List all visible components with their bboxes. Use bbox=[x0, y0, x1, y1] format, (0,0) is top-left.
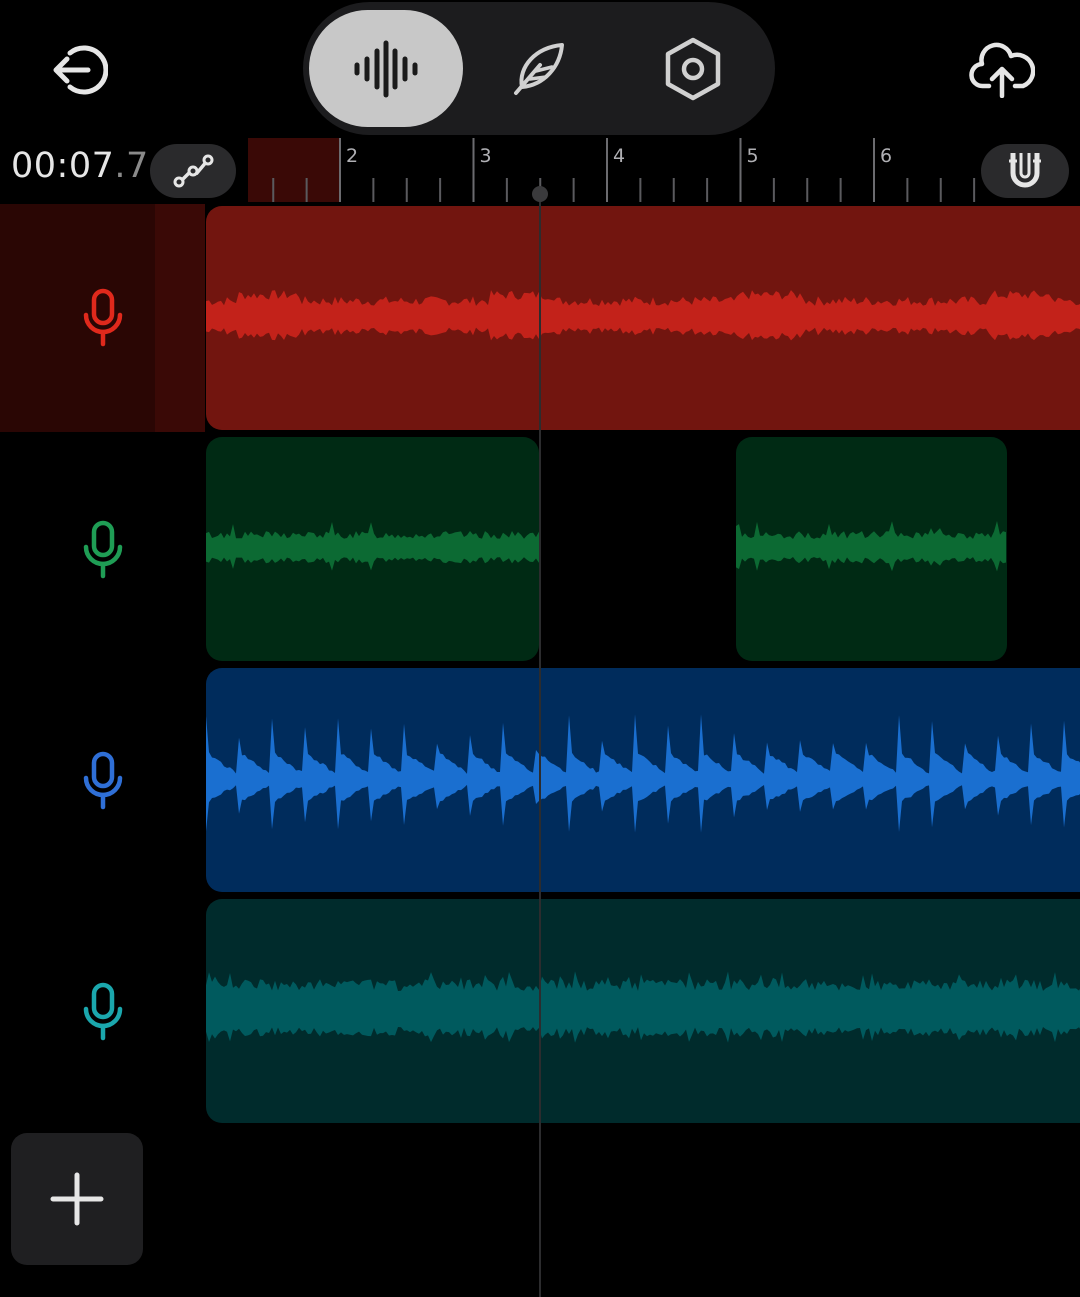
track-header-4[interactable] bbox=[0, 898, 205, 1126]
automation-curve-icon bbox=[173, 154, 214, 188]
upload-button[interactable] bbox=[962, 32, 1042, 108]
waveform bbox=[206, 971, 1080, 1043]
audio-clip-track-3[interactable] bbox=[206, 668, 1080, 892]
microphone-icon bbox=[83, 982, 122, 1041]
ruler-label: 3 bbox=[480, 145, 492, 167]
back-button[interactable] bbox=[40, 32, 116, 108]
snap-button[interactable] bbox=[981, 144, 1069, 198]
add-track-button[interactable] bbox=[11, 1133, 143, 1265]
mode-tab-audio[interactable] bbox=[309, 10, 463, 127]
time-readout: 00:07.7 bbox=[11, 146, 149, 186]
playhead-handle[interactable] bbox=[532, 186, 548, 202]
waveform bbox=[736, 521, 1006, 572]
feather-icon bbox=[514, 42, 564, 95]
playhead[interactable] bbox=[539, 190, 541, 1297]
hexagon-settings-icon bbox=[665, 37, 721, 100]
audio-clip-track-1[interactable] bbox=[206, 206, 1080, 430]
mode-tab-effects[interactable] bbox=[473, 10, 603, 127]
automation-button[interactable] bbox=[150, 144, 236, 198]
waveform bbox=[206, 290, 1080, 341]
waveform-icon bbox=[354, 40, 418, 97]
time-main: 00:07 bbox=[11, 146, 115, 186]
microphone-icon bbox=[83, 751, 122, 810]
waveform bbox=[206, 714, 1080, 833]
plus-icon bbox=[50, 1172, 104, 1226]
mode-tab-settings[interactable] bbox=[628, 10, 758, 127]
microphone-icon bbox=[83, 520, 122, 579]
magnet-snap-icon bbox=[1009, 153, 1041, 188]
audio-clip-track-2b[interactable] bbox=[736, 437, 1007, 661]
ruler-label: 5 bbox=[747, 145, 759, 167]
microphone-icon bbox=[83, 288, 122, 347]
track-header-3[interactable] bbox=[0, 667, 205, 895]
mode-switch bbox=[303, 2, 775, 135]
audio-clip-track-2a[interactable] bbox=[206, 437, 539, 661]
timeline-ruler[interactable]: 2 3 4 5 6 bbox=[248, 138, 978, 202]
track-header-1[interactable] bbox=[0, 204, 205, 432]
ruler-label: 4 bbox=[613, 145, 625, 167]
exit-arrow-icon bbox=[53, 45, 108, 95]
ruler-label: 2 bbox=[346, 145, 358, 167]
ruler-label: 6 bbox=[880, 145, 892, 167]
time-fraction: .7 bbox=[114, 146, 149, 186]
waveform bbox=[206, 521, 539, 571]
cloud-upload-icon bbox=[969, 42, 1035, 98]
track-header-2[interactable] bbox=[0, 436, 205, 664]
audio-clip-track-4[interactable] bbox=[206, 899, 1080, 1123]
